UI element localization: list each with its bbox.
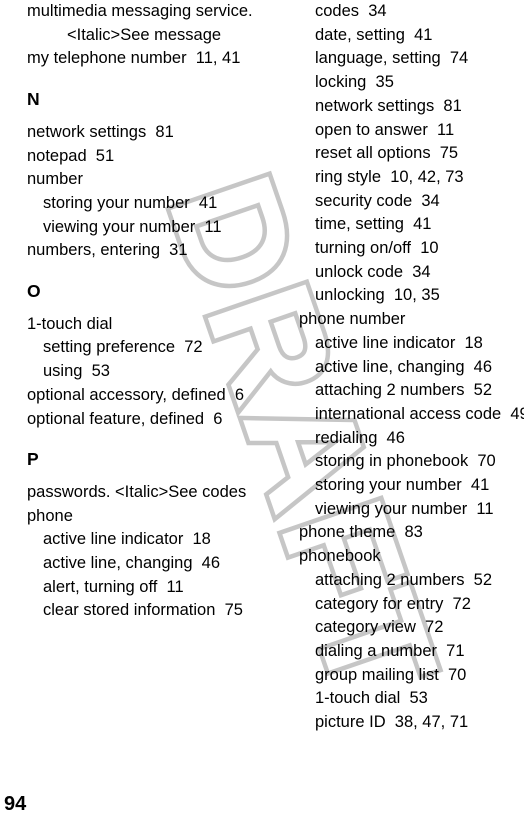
index-subentry: language, setting 74: [315, 49, 469, 68]
index-page: multimedia messaging service. <Italic>Se…: [0, 0, 524, 817]
index-entry: passwords. <Italic>See codes: [27, 482, 247, 501]
index-subentry: active line, changing 46: [43, 554, 221, 573]
index-entry-group: network settings 81 notepad 51 number stori…: [27, 121, 263, 263]
index-subentry: clear stored information 75: [43, 601, 243, 620]
index-subentry: unlock code 34: [315, 262, 431, 281]
index-subentry: active line, changing 46: [315, 357, 493, 376]
index-subentry: turning on/off 10: [315, 239, 439, 258]
index-entry: notepad 51: [27, 146, 115, 165]
index-column-left: multimedia messaging service. <Italic>Se…: [27, 0, 263, 623]
index-entry-group: codes 34 date, setting 41 language, settin…: [299, 0, 524, 735]
index-entry: optional accessory, defined 6: [27, 385, 245, 404]
index-subentry: setting preference 72: [43, 338, 203, 357]
index-entry: my telephone number 11, 41: [27, 49, 241, 68]
index-subentry: attaching 2 numbers 52: [315, 381, 493, 400]
index-subentry: category for entry 72: [315, 594, 471, 613]
index-subentry: storing in phonebook 70: [315, 452, 496, 471]
index-section-heading: P: [27, 449, 39, 470]
index-entry-group: passwords. <Italic>See codes phone active …: [27, 481, 263, 623]
index-section-heading: N: [27, 89, 40, 110]
index-subentry: ring style 10, 42, 73: [315, 167, 464, 186]
index-entry: phone number: [299, 310, 406, 329]
index-subentry: picture ID 38, 47, 71: [315, 713, 469, 732]
index-subentry: 1-touch dial 53: [315, 689, 428, 708]
index-subentry: security code 34: [315, 191, 440, 210]
index-subentry: viewing your number 11: [315, 499, 494, 518]
index-subentry: alert, turning off 11: [43, 577, 184, 596]
index-subentry: codes 34: [315, 2, 387, 20]
index-entry: optional feature, defined 6: [27, 409, 223, 428]
index-entry: number: [27, 170, 83, 189]
index-entry-group: 1-touch dial setting preference 72 using 5…: [27, 313, 263, 432]
index-subentry: dialing a number 71: [315, 641, 465, 660]
index-subentry: reset all options 75: [315, 144, 459, 163]
index-subentry: using 53: [43, 362, 110, 381]
index-subentry: attaching 2 numbers 52: [315, 570, 493, 589]
index-subentry: active line indicator 18: [315, 333, 483, 352]
index-subentry: locking 35: [315, 73, 394, 92]
index-subentry: redialing 46: [315, 428, 405, 447]
index-entry: phone: [27, 506, 73, 525]
index-subentry: date, setting 41: [315, 25, 433, 44]
index-subentry: storing your number 41: [43, 193, 218, 212]
index-subentry: network settings 81: [315, 96, 462, 115]
index-column-right: codes 34 date, setting 41 language, settin…: [299, 0, 524, 735]
index-subentry: category view 72: [315, 618, 444, 637]
index-subentry: open to answer 11: [315, 120, 455, 139]
index-section-heading: O: [27, 281, 41, 302]
index-entry-group: multimedia messaging service. <Italic>Se…: [27, 0, 263, 71]
index-entry: phonebook: [299, 547, 381, 566]
index-subentry: storing your number 41: [315, 476, 490, 495]
index-subentry: group mailing list 70: [315, 665, 467, 684]
index-subentry: active line indicator 18: [43, 530, 211, 549]
index-subentry: time, setting 41: [315, 215, 432, 234]
index-subentry: international access code 49: [315, 404, 524, 423]
index-entry: phone theme 83: [299, 523, 423, 542]
index-entry: 1-touch dial: [27, 314, 113, 333]
index-entry: multimedia messaging service. <Italic>Se…: [27, 2, 258, 44]
index-subentry: unlocking 10, 35: [315, 286, 440, 305]
index-entry: numbers, entering 31: [27, 241, 188, 260]
index-entry: network settings 81: [27, 122, 174, 141]
page-number: 94: [4, 793, 27, 815]
index-subentry: viewing your number 11: [43, 217, 222, 236]
